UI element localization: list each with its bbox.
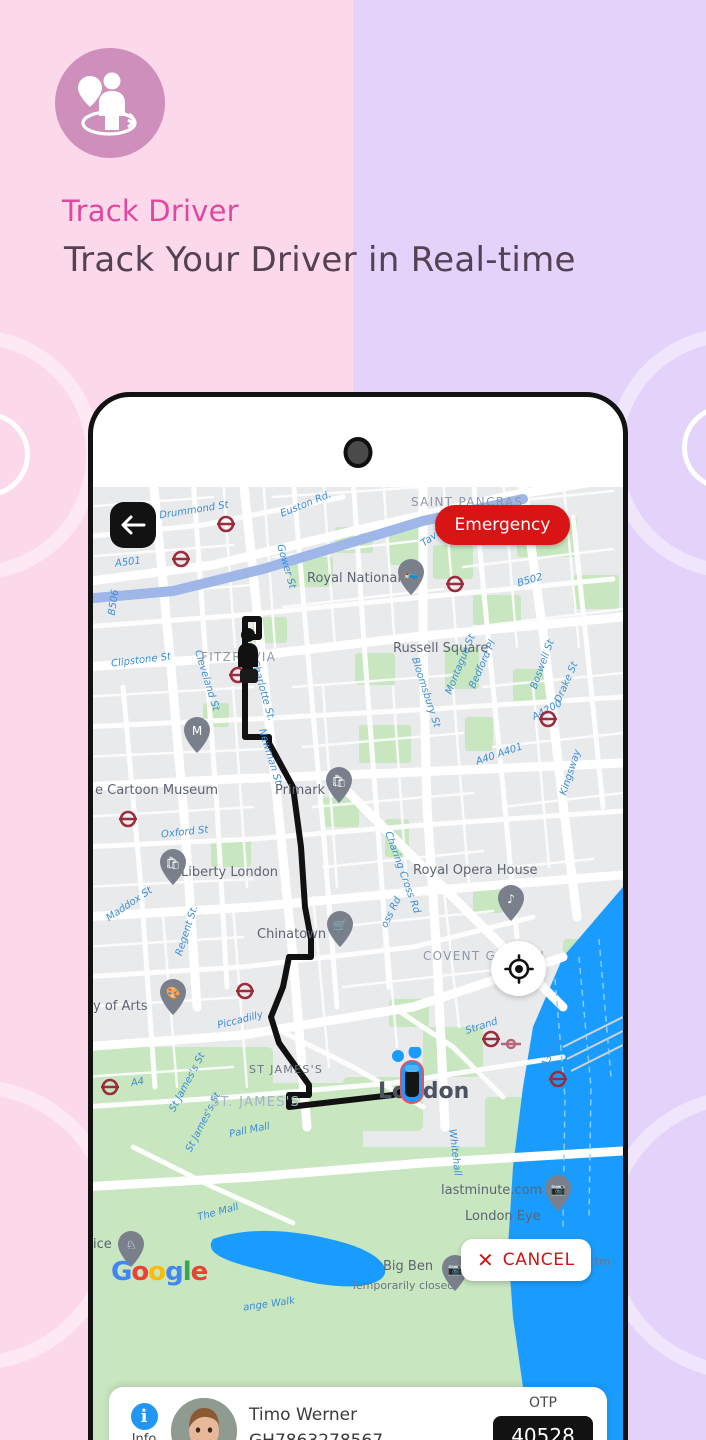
- phone-mockup: Drummond St Euston Rd. A501 Gower St Tav…: [88, 392, 628, 1440]
- google-letter: o: [148, 1257, 166, 1287]
- page-title: Track Driver: [62, 194, 239, 228]
- google-letter: g: [165, 1257, 184, 1287]
- driver-avatar[interactable]: [171, 1398, 237, 1440]
- driver-code: GH7863278567: [249, 1431, 383, 1440]
- google-letter: l: [182, 1257, 192, 1287]
- back-arrow-icon: [121, 515, 146, 535]
- otp-label: OTP: [528, 1395, 557, 1411]
- otp-value: 40528: [493, 1416, 593, 1440]
- driver-row: i Info Timo Werner OTP 40528: [109, 1387, 607, 1440]
- front-camera: [343, 437, 373, 468]
- otp-section: OTP 40528: [493, 1395, 593, 1440]
- google-letter: o: [131, 1257, 149, 1287]
- emergency-button[interactable]: Emergency: [435, 505, 570, 545]
- driver-name: Timo Werner: [249, 1405, 358, 1425]
- info-icon: i: [130, 1403, 158, 1430]
- app-icon: [55, 48, 165, 158]
- page-subtitle: Track Your Driver in Real-time: [64, 240, 576, 280]
- google-letter: G: [111, 1257, 132, 1287]
- avatar-photo: [171, 1398, 237, 1440]
- cancel-label: CANCEL: [502, 1250, 575, 1270]
- driver-info-card: i Info Timo Werner OTP 40528: [109, 1387, 607, 1440]
- google-letter: e: [190, 1257, 209, 1287]
- my-location-button[interactable]: [491, 941, 546, 996]
- page-root: Track Driver Track Your Driver in Real-t…: [0, 0, 706, 1440]
- info-label: Info: [131, 1432, 157, 1440]
- info-button[interactable]: i Info: [119, 1403, 169, 1440]
- google-watermark: Google: [111, 1257, 209, 1287]
- person-location-tracking-icon: [78, 72, 137, 136]
- cancel-ride-button[interactable]: ✕ CANCEL: [461, 1239, 591, 1281]
- my-location-icon: [503, 953, 534, 984]
- map-screen[interactable]: Drummond St Euston Rd. A501 Gower St Tav…: [93, 487, 623, 1440]
- back-button[interactable]: [110, 502, 156, 548]
- driver-car-marker[interactable]: [389, 1047, 433, 1105]
- emergency-label: Emergency: [454, 515, 551, 535]
- close-icon: ✕: [477, 1248, 494, 1272]
- pickup-pedestrian-marker[interactable]: [226, 625, 276, 685]
